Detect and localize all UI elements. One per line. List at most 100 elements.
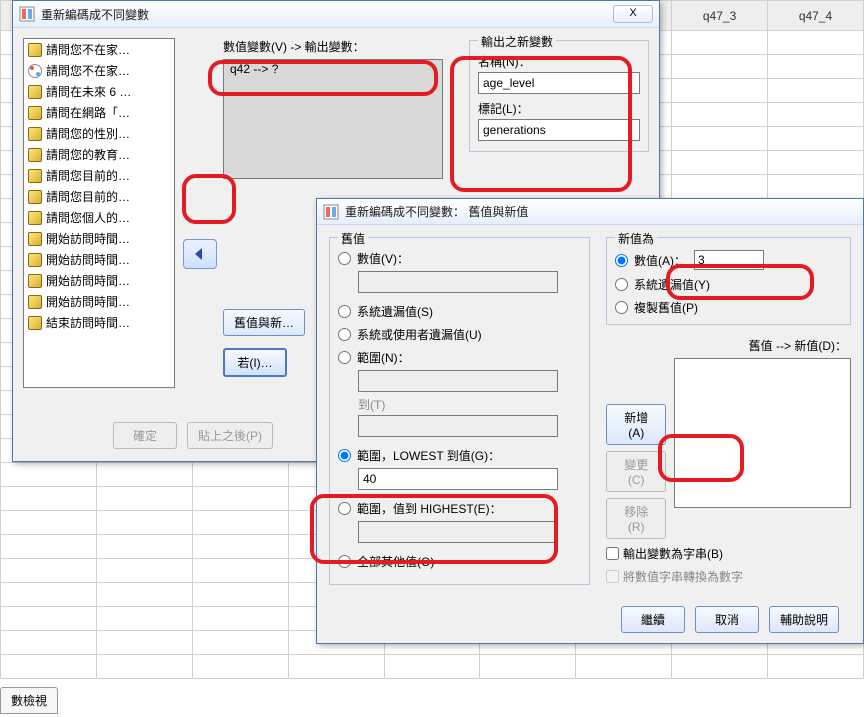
if-button[interactable]: 若(I)… — [223, 348, 287, 377]
tag-label: 標記(L)： — [478, 100, 640, 117]
opt-sysmiss-label: 系統遺漏值(S) — [357, 303, 433, 320]
variable-list-item[interactable]: 請問您的性別… — [24, 123, 174, 144]
scale-icon — [28, 274, 42, 288]
opt-range-highest[interactable]: 範圍，值到 HIGHEST(E)： — [338, 500, 581, 517]
variable-list-item[interactable]: 請問您不在家… — [24, 39, 174, 60]
old-value-input[interactable] — [358, 271, 558, 293]
output-mapping-box[interactable]: q42 --> ? — [223, 59, 443, 179]
tab-variable-view[interactable]: 數檢視 — [0, 687, 58, 714]
new-opt-copy-label: 複製舊值(P) — [634, 299, 698, 316]
name-label: 名稱(N)： — [478, 53, 640, 70]
variable-list-item[interactable]: 開始訪問時間… — [24, 228, 174, 249]
remove-button[interactable]: 移除(R) — [606, 498, 666, 539]
scale-icon — [28, 43, 42, 57]
titlebar[interactable]: 重新編碼成不同變數： 舊值與新值 — [317, 199, 863, 225]
scale-icon — [28, 253, 42, 267]
range-lowest-input[interactable] — [358, 468, 558, 490]
new-opt-sysmiss-label: 系統遺漏值(Y) — [634, 276, 710, 293]
output-string-label: 輸出變數為字串(B) — [623, 545, 723, 562]
cancel-button[interactable]: 取消 — [695, 606, 759, 633]
old-value-group: 舊值 數值(V)： 系統遺漏值(S) 系統或使用者遺漏值(U) 範圍(N)： 到… — [329, 237, 590, 585]
opt-sysmiss[interactable]: 系統遺漏值(S) — [338, 303, 581, 320]
titlebar[interactable]: 重新編碼成不同變數 X — [13, 1, 659, 28]
output-tag-input[interactable] — [478, 119, 640, 141]
old-new-values-dialog: 重新編碼成不同變數： 舊值與新值 舊值 數值(V)： 系統遺漏值(S) 系統或使… — [316, 198, 864, 644]
opt-range[interactable]: 範圍(N)： — [338, 349, 581, 366]
variable-list-item[interactable]: 開始訪問時間… — [24, 291, 174, 312]
scale-icon — [28, 85, 42, 99]
help-button[interactable]: 輔助說明 — [769, 606, 839, 633]
output-name-input[interactable] — [478, 72, 640, 94]
new-opt-sysmiss[interactable]: 系統遺漏值(Y) — [615, 276, 842, 293]
opt-range-highest-label: 範圍，值到 HIGHEST(E)： — [357, 500, 502, 517]
output-variable-legend: 輸出之新變數 — [478, 33, 556, 50]
new-opt-copy[interactable]: 複製舊值(P) — [615, 299, 842, 316]
range-from-input[interactable] — [358, 370, 558, 392]
col-header[interactable]: q47_3 — [672, 1, 768, 31]
opt-sys-user-miss[interactable]: 系統或使用者遺漏值(U) — [338, 326, 581, 343]
continue-button[interactable]: 繼續 — [621, 606, 685, 633]
arrow-left-icon — [192, 246, 208, 262]
variable-label: 請問您的性別… — [46, 125, 130, 142]
convert-numeric-label: 將數值字串轉換為數字 — [623, 568, 743, 585]
variable-list-item[interactable]: 開始訪問時間… — [24, 270, 174, 291]
variable-label: 結束訪問時間… — [46, 314, 130, 331]
nominal-icon — [28, 64, 42, 78]
scale-icon — [28, 169, 42, 183]
new-opt-value-label: 數值(A)： — [634, 252, 686, 269]
variable-list-item[interactable]: 請問在網路「… — [24, 102, 174, 123]
opt-range-lowest-label: 範圍，LOWEST 到值(G)： — [357, 447, 500, 464]
new-opt-value[interactable]: 數值(A)： — [615, 250, 842, 270]
scale-icon — [28, 211, 42, 225]
opt-value-label: 數值(V)： — [357, 250, 409, 267]
range-to-input[interactable] — [358, 415, 558, 437]
add-button[interactable]: 新增(A) — [606, 404, 666, 445]
opt-value[interactable]: 數值(V)： — [338, 250, 581, 267]
new-value-input[interactable] — [694, 250, 764, 270]
range-to-label: 到(T) — [358, 396, 581, 413]
variable-label: 請問您目前的… — [46, 188, 130, 205]
recode-icon — [19, 6, 35, 22]
col-header[interactable]: q47_4 — [768, 1, 864, 31]
variable-list-item[interactable]: 請問您個人的… — [24, 207, 174, 228]
range-highest-input[interactable] — [358, 521, 558, 543]
scale-icon — [28, 295, 42, 309]
variable-list-item[interactable]: 請問您的教育… — [24, 144, 174, 165]
convert-numeric-checkbox: 將數值字串轉換為數字 — [606, 568, 851, 585]
scale-icon — [28, 232, 42, 246]
output-string-checkbox[interactable]: 輸出變數為字串(B) — [606, 545, 851, 562]
variable-label: 請問在網路「… — [46, 104, 130, 121]
variable-label: 請問在未來 6 … — [46, 83, 131, 100]
old-new-values-button[interactable]: 舊值與新… — [223, 309, 305, 336]
scale-icon — [28, 316, 42, 330]
variable-list-item[interactable]: 請問您不在家… — [24, 60, 174, 81]
recode-icon — [323, 204, 339, 220]
scale-icon — [28, 106, 42, 120]
variable-label: 開始訪問時間… — [46, 272, 130, 289]
output-mapping-value: q42 --> ? — [230, 62, 278, 76]
scale-icon — [28, 127, 42, 141]
ok-button[interactable]: 確定 — [113, 422, 177, 449]
variable-list-item[interactable]: 請問您目前的… — [24, 165, 174, 186]
oldnew-list-label: 舊值 --> 新值(D)： — [606, 337, 851, 354]
opt-range-lowest[interactable]: 範圍，LOWEST 到值(G)： — [338, 447, 581, 464]
change-button[interactable]: 變更(C) — [606, 451, 666, 492]
move-arrow-button[interactable] — [183, 239, 217, 269]
paste-button[interactable]: 貼上之後(P) — [187, 422, 273, 449]
variable-list-item[interactable]: 開始訪問時間… — [24, 249, 174, 270]
variable-list-item[interactable]: 請問在未來 6 … — [24, 81, 174, 102]
opt-all-other-label: 全部其他值(O) — [357, 553, 434, 570]
numeric-output-label: 數值變數(V) -> 輸出變數： — [223, 38, 461, 55]
oldnew-list[interactable] — [674, 358, 851, 508]
variable-label: 請問您不在家… — [46, 62, 130, 79]
variable-list-item[interactable]: 結束訪問時間… — [24, 312, 174, 333]
opt-range-label: 範圍(N)： — [357, 349, 410, 366]
variable-label: 請問您不在家… — [46, 41, 130, 58]
opt-all-other[interactable]: 全部其他值(O) — [338, 553, 581, 570]
variable-list[interactable]: 請問您不在家… 請問您不在家… 請問在未來 6 … 請問在網路「… 請問您的性別… 請問您… — [23, 38, 175, 388]
close-button[interactable]: X — [613, 5, 653, 23]
opt-sys-user-label: 系統或使用者遺漏值(U) — [357, 326, 482, 343]
variable-list-item[interactable]: 請問您目前的… — [24, 186, 174, 207]
old-value-legend: 舊值 — [338, 230, 368, 247]
scale-icon — [28, 148, 42, 162]
